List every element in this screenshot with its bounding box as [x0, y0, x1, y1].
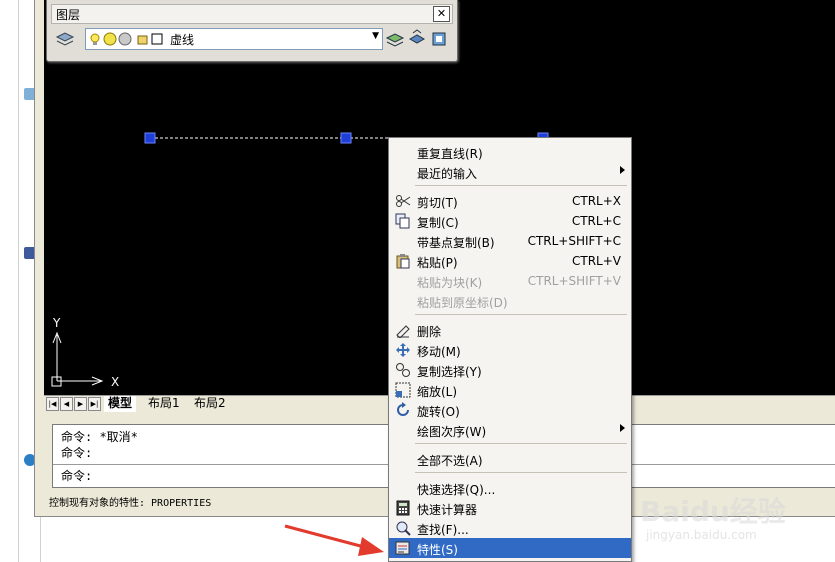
menu-item-draw-order[interactable]: 绘图次序(W)	[389, 420, 631, 440]
menu-item-shortcut: CTRL+X	[571, 194, 621, 208]
menu-item-quick-select[interactable]: 快速选择(Q)...	[389, 478, 631, 498]
scissors-icon	[396, 195, 411, 207]
menu-item-label: 粘贴到原坐标(D)	[417, 296, 508, 310]
layer-previous-icon[interactable]	[407, 29, 427, 49]
copy-icon	[395, 213, 410, 229]
layer-dropdown[interactable]: 虚线 ▼	[85, 28, 383, 50]
menu-item-label: 特性(S)	[417, 543, 458, 557]
submenu-arrow-icon	[620, 424, 625, 432]
menu-item-find[interactable]: 查找(F)...	[389, 518, 631, 538]
layer-manager-icon[interactable]	[55, 29, 75, 49]
menu-item-erase[interactable]: 删除	[389, 320, 631, 340]
menu-item-paste-to-original-coords[interactable]: 粘贴到原坐标(D)	[389, 291, 631, 311]
scale-icon	[395, 382, 411, 398]
ucs-icon	[51, 331, 104, 387]
current-layer-name: 虚线	[170, 33, 195, 47]
paste-icon	[396, 254, 410, 269]
eraser-icon	[396, 325, 410, 338]
next-tab-icon[interactable]: ▶	[74, 397, 87, 411]
menu-item-shortcut: CTRL+V	[572, 254, 621, 268]
menu-item-shortcut: CTRL+SHIFT+V	[527, 274, 621, 288]
menu-item-rotate[interactable]: 旋转(O)	[389, 400, 631, 420]
layer-state-icons	[90, 32, 163, 46]
prev-tab-icon[interactable]: ◀	[60, 397, 73, 411]
menu-separator	[415, 185, 627, 186]
menu-item-quick-calc[interactable]: 快速计算器	[389, 498, 631, 518]
command-history-line: 命令: *取消*	[61, 430, 138, 444]
chevron-down-icon[interactable]: ▼	[372, 31, 379, 41]
close-icon[interactable]: ✕	[433, 6, 450, 22]
axis-x-label: X	[111, 375, 120, 389]
menu-item-copy[interactable]: 复制(C) CTRL+C	[389, 211, 631, 231]
menu-item-move[interactable]: 移动(M)	[389, 340, 631, 360]
menu-item-cut[interactable]: 剪切(T) CTRL+X	[389, 191, 631, 211]
menu-item-label: 粘贴为块(K)	[417, 276, 483, 290]
divider	[18, 0, 19, 562]
menu-item-deselect-all[interactable]: 全部不选(A)	[389, 449, 631, 469]
menu-item-shortcut: CTRL+C	[571, 214, 621, 228]
menu-item-scale[interactable]: 缩放(L)	[389, 380, 631, 400]
layer-toolbar: 图层 ✕ 虚线 ▼	[46, 0, 458, 62]
menu-item-paste-as-block[interactable]: 粘贴为块(K) CTRL+SHIFT+V	[389, 271, 631, 291]
layer-toolbar-titlebar[interactable]: 图层 ✕	[51, 4, 453, 24]
make-current-layer-icon[interactable]	[385, 29, 405, 49]
baidu-watermark: Baidu经验 jingyan.baidu.com	[640, 490, 830, 550]
properties-icon	[395, 541, 410, 555]
menu-item-copy-with-base-point[interactable]: 带基点复制(B) CTRL+SHIFT+C	[389, 231, 631, 251]
menu-item-shortcut: CTRL+SHIFT+C	[527, 234, 621, 248]
menu-item-repeat-line[interactable]: 重复直线(R)	[389, 142, 631, 162]
menu-item-label: 缩放(L)	[417, 385, 458, 399]
menu-separator	[415, 443, 627, 444]
menu-item-label: 快速计算器	[417, 503, 478, 517]
menu-item-label: 删除	[417, 325, 442, 339]
command-prompt-input[interactable]: 命令:	[61, 467, 92, 484]
menu-item-label: 移动(M)	[417, 345, 461, 359]
menu-item-properties[interactable]: 特性(S)	[389, 538, 631, 558]
rotate-icon	[397, 402, 409, 416]
red-arrow-annotation	[284, 524, 384, 556]
submenu-arrow-icon	[620, 166, 625, 174]
tab-model[interactable]: 模型	[104, 396, 137, 412]
menu-item-label: 粘贴(P)	[417, 256, 458, 270]
menu-item-label: 重复直线(R)	[417, 147, 483, 161]
menu-item-copy-selection[interactable]: 复制选择(Y)	[389, 360, 631, 380]
move-icon	[396, 343, 410, 357]
menu-item-label: 剪切(T)	[417, 196, 458, 210]
menu-item-paste[interactable]: 粘贴(P) CTRL+V	[389, 251, 631, 271]
menu-item-label: 复制(C)	[417, 216, 459, 230]
menu-item-label: 带基点复制(B)	[417, 236, 495, 250]
context-menu: 重复直线(R) 最近的输入 剪切(T) CTRL+X 复制(C) CTRL+C …	[388, 137, 632, 562]
find-icon	[396, 521, 411, 536]
last-tab-icon[interactable]: ▶|	[88, 397, 101, 411]
menu-separator	[415, 314, 627, 315]
layer-toolbar-row: 虚线 ▼	[51, 26, 451, 52]
grip-start	[144, 132, 156, 144]
layer-toolbar-title: 图层	[56, 8, 81, 22]
menu-separator	[415, 472, 627, 473]
copy-selection-icon	[396, 363, 410, 377]
menu-item-recent-input[interactable]: 最近的输入	[389, 162, 631, 182]
calculator-icon	[396, 500, 410, 516]
tab-layout2[interactable]: 布局2	[190, 396, 230, 411]
menu-item-label: 全部不选(A)	[417, 454, 483, 468]
menu-item-label: 复制选择(Y)	[417, 365, 482, 379]
grip-middle	[340, 132, 352, 144]
command-history-line: 命令:	[61, 446, 93, 460]
menu-item-label: 绘图次序(W)	[417, 425, 487, 439]
first-tab-icon[interactable]: |◀	[46, 397, 59, 411]
menu-item-label: 旋转(O)	[417, 405, 460, 419]
layer-states-icon[interactable]	[429, 29, 449, 49]
watermark-brand: Baidu经验	[640, 495, 786, 528]
axis-y-label: Y	[53, 316, 61, 330]
status-text: 控制现有对象的特性: PROPERTIES	[49, 498, 212, 509]
menu-item-label: 快速选择(Q)...	[417, 483, 496, 497]
tab-layout1[interactable]: 布局1	[144, 396, 184, 411]
menu-item-label: 最近的输入	[417, 167, 478, 181]
watermark-url: jingyan.baidu.com	[646, 528, 757, 542]
menu-item-label: 查找(F)...	[417, 523, 469, 537]
